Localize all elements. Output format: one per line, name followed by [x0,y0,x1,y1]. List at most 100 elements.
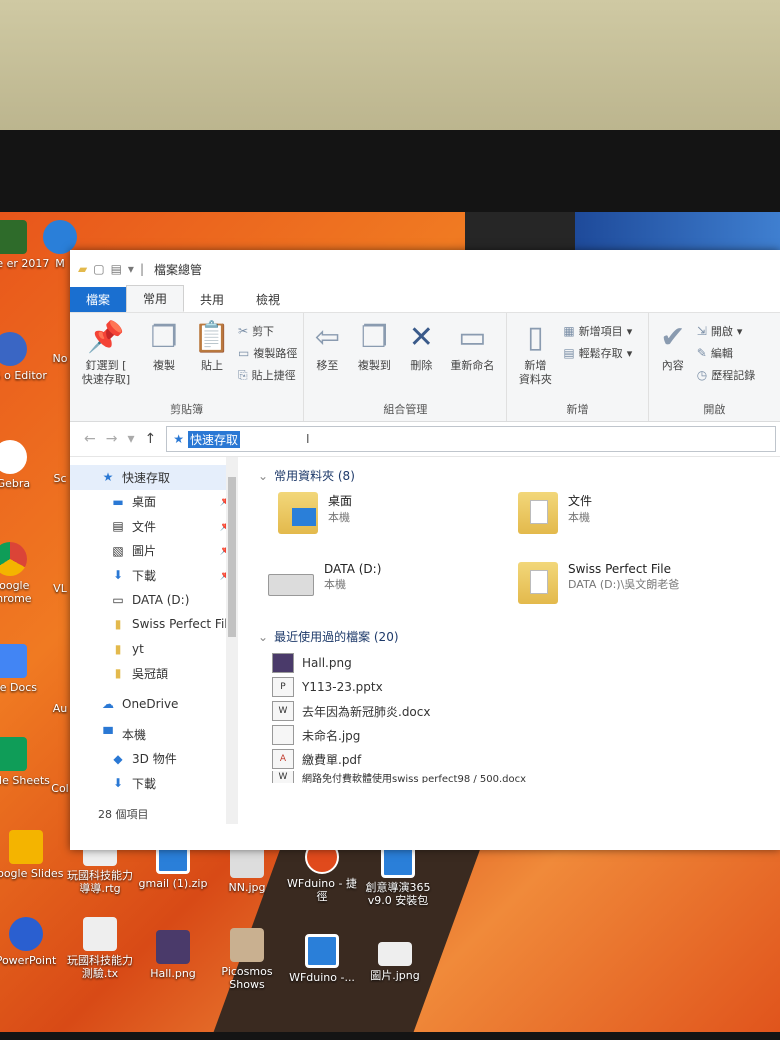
list-item[interactable]: 未命名.jpg [272,723,780,747]
chevron-down-icon[interactable]: ▾ [127,431,134,447]
paste-shortcut-button[interactable]: ⎘ 貼上捷徑 [238,367,297,383]
nav-item-label: 文件 [132,519,157,534]
cloud-icon: ☁ [102,696,114,711]
desktop-icon[interactable]: 玩國科技能力 測驗.tx [60,917,140,980]
tab-view[interactable]: 檢視 [240,287,296,312]
desktop-icon[interactable]: PowerPoint [0,917,66,967]
open-button[interactable]: ⇲ 開啟 ▾ [697,323,755,339]
desktop-icon-label: 玩國科技能力 測驗.tx [67,954,133,980]
recent-files-list: Hall.png P Y113-23.pptx W 去年因為新冠肺炎.docx 未命… [258,651,780,783]
desktop-icon-label: WFduino -... [289,971,355,984]
desktop-icon[interactable]: NN.jpg [207,844,287,894]
nav-scrollbar[interactable] [226,457,238,824]
desktop-icon-label: NN.jpg [228,881,266,894]
back-arrow-icon[interactable]: ← [84,431,96,447]
history-button[interactable]: ◷ 歷程記錄 [697,367,755,383]
section-title: 最近使用過的檔案 (20) [274,630,399,644]
desktop-icon[interactable]: Google Sheets [0,737,50,787]
delete-button[interactable]: ✕ 刪除 [404,319,438,401]
desktop-icon[interactable]: 創意導演365 v9.0 安裝包 [358,844,438,907]
list-item[interactable]: W 去年因為新冠肺炎.docx [272,699,780,723]
new-folder-button[interactable]: ▯ 新增 資料夾 [513,319,557,401]
desktop-icon[interactable]: Hall.png [133,930,213,980]
desktop-icon[interactable]: 圖片.jpng [355,942,435,982]
recent-files-header[interactable]: ⌄ 最近使用過的檔案 (20) [258,628,780,645]
rename-button[interactable]: ▭ 重新命名 [444,319,500,401]
nav-item-wu[interactable]: ▮ 吳冠頡 [70,661,238,686]
nav-item-onedrive[interactable]: ☁ OneDrive [70,692,238,717]
list-item[interactable]: P Y113-23.pptx [272,675,780,699]
folder-tile[interactable]: Swiss Perfect File DATA (D:)\吳文朗老爸 [498,562,738,614]
address-bar[interactable]: ★ 快速存取 I [166,426,776,452]
geogebra-icon [0,440,27,474]
copy-to-button[interactable]: ❐ 複製到 [350,319,398,401]
chevron-down-icon: ⌄ [258,630,269,644]
pin-icon: 📌 [87,320,125,355]
list-item[interactable]: Hall.png [272,651,780,675]
forward-arrow-icon[interactable]: → [106,431,118,447]
desktop-icon[interactable]: Google Chrome [0,542,50,605]
desktop-icon-label: Picosmos Shows [221,965,273,991]
address-text[interactable]: 快速存取 [188,430,241,448]
status-bar: 28 個項目 [98,808,149,821]
properties-button[interactable]: ✔ 內容 [655,319,691,401]
new-folder-icon[interactable]: ▤ [111,262,122,276]
rename-label: 重新命名 [450,359,495,372]
desktop-icon[interactable]: Google Slides [0,830,66,880]
nav-item-label: OneDrive [122,696,179,711]
edit-button[interactable]: ✎ 編輯 [697,345,755,361]
tab-home[interactable]: 常用 [126,285,185,312]
text-cursor-icon: I [306,432,310,446]
chevron-down-icon[interactable]: ▾ [128,262,134,276]
folder-tile[interactable]: 桌面 本機 [258,492,498,544]
nav-item-3d-objects[interactable]: ◆ 3D 物件 [70,747,238,772]
folder-icon: ▮ [114,641,122,656]
nav-item-pictures[interactable]: ▧圖片📌 [70,539,238,564]
tile-name: 桌面 [328,494,353,508]
list-item[interactable]: A 繳費單.pdf [272,747,780,771]
nav-item-swiss-perfect[interactable]: ▮ Swiss Perfect File [70,612,238,637]
nav-item-documents[interactable]: ▤文件📌 [70,514,238,539]
nav-item-data-drive[interactable]: ▭ DATA (D:) [70,588,238,613]
move-to-button[interactable]: ⇦ 移至 [310,319,344,401]
chrome-icon [0,542,27,576]
nav-item-yt[interactable]: ▮ yt [70,637,238,662]
up-arrow-icon[interactable]: ↑ [145,431,157,447]
drive-icon: ▭ [112,592,124,607]
desktop-icon[interactable]: ogle Docs [0,644,50,694]
desktop-icon-label: 圖片.jpng [370,969,420,982]
cut-button[interactable]: ✂ 剪下 [238,323,297,339]
nav-item-pc-downloads[interactable]: ⬇ 下載 [70,771,238,796]
image-file-icon [272,725,294,745]
easy-access-icon: ▤ [563,346,575,360]
copy-to-label: 複製到 [357,359,391,372]
nav-item-quick-access[interactable]: ★ 快速存取 [70,465,238,490]
copy-path-button[interactable]: ▭ 複製路徑 [238,345,297,361]
pin-to-quick-access-button[interactable]: 📌 釘選到 [ 快速存取] [76,319,136,401]
quick-access-toolbar[interactable]: ▰ ▢ ▤ ▾ | [78,262,144,276]
desktop-icon[interactable]: WFduino -... [282,934,362,984]
edit-label: 編輯 [710,347,733,360]
list-item[interactable]: W 網路免付費軟體使用swiss perfect98 / 500.docx [272,771,780,783]
scrollbar-thumb[interactable] [228,477,236,637]
desktop-icon[interactable]: Picosmos Shows [207,928,287,991]
paste-button[interactable]: 📋 貼上 [192,319,232,401]
folder-tile[interactable]: DATA (D:) 本機 [258,562,498,614]
nav-item-downloads[interactable]: ⬇下載📌 [70,563,238,588]
tab-file[interactable]: 檔案 [70,287,127,312]
cut-label: 剪下 [252,325,275,338]
drive-icon [268,574,314,596]
nav-item-desktop[interactable]: ▬桌面📌 [70,490,238,515]
properties-icon[interactable]: ▢ [93,262,104,276]
frequent-folders-header[interactable]: ⌄ 常用資料夾 (8) [258,467,780,484]
nav-item-label: yt [132,641,144,656]
nav-item-label: 本機 [122,727,147,742]
folder-tile[interactable]: 文件 本機 [498,492,738,544]
copy-button[interactable]: ❐ 複製 [142,319,186,401]
nav-item-this-pc[interactable]: ▀ 本機 [70,722,238,747]
easy-access-button[interactable]: ▤ 輕鬆存取 ▾ [563,345,632,361]
tab-share[interactable]: 共用 [184,287,240,312]
new-item-button[interactable]: ▦ 新增項目 ▾ [563,323,632,339]
clipboard-icon: 📋 [193,320,231,355]
cube-icon: ◆ [113,751,123,766]
